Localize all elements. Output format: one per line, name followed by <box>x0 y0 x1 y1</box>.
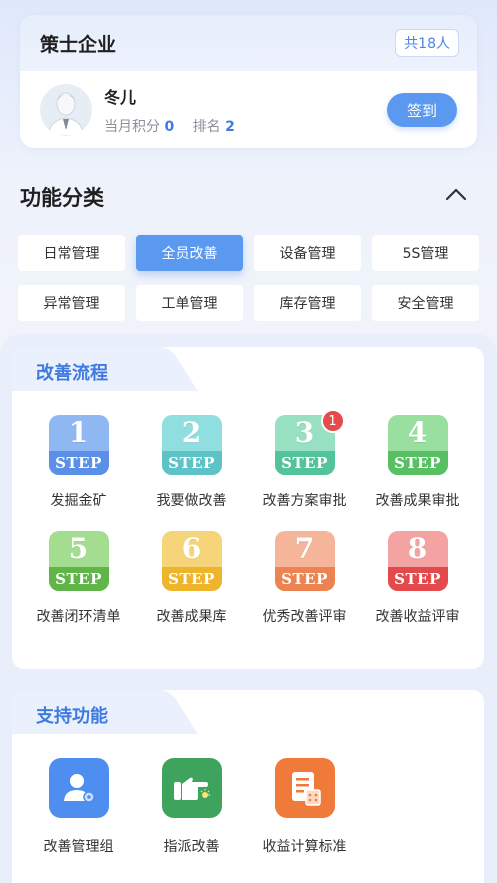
step-8-icon: 8 STEP <box>387 531 448 591</box>
category-title: 功能分类 <box>20 186 104 210</box>
category-grid: 日常管理 全员改善 设备管理 5S管理 异常管理 工单管理 库存管理 安全管理 <box>18 235 479 321</box>
step-5-icon: 5 STEP <box>48 531 109 591</box>
rank-label: 排名 <box>192 118 221 135</box>
step-item-plan-approval[interactable]: 3 STEP 1 改善方案审批 <box>248 409 361 510</box>
points-label: 当月积分 <box>104 118 160 135</box>
company-header: 策士企业 共18人 <box>20 15 477 71</box>
user-row: 冬儿 当月积分 0 排名 2 签到 <box>20 71 477 148</box>
step-item-excellent-review[interactable]: 7 STEP 优秀改善评审 <box>248 531 361 626</box>
notification-badge: 1 <box>320 409 345 433</box>
step-grid: 1 STEP 发掘金矿 2 STEP 我要做改善 3 STEP 1 改善方案审批 4 STEP 改善成果… <box>22 409 474 626</box>
support-item-revenue-standard[interactable]: 收益计算标准 <box>248 758 361 856</box>
category-exception-management[interactable]: 异常管理 <box>18 285 125 321</box>
user-info: 冬儿 当月积分 0 排名 2 <box>104 84 235 136</box>
step-number: 6 <box>181 532 202 565</box>
step-item-result-approval[interactable]: 4 STEP 改善成果审批 <box>361 415 474 510</box>
category-equipment-management[interactable]: 设备管理 <box>254 235 361 271</box>
step-number: 3 <box>294 416 315 449</box>
user-name: 冬儿 <box>104 87 137 107</box>
step-3-icon: 3 STEP 1 <box>274 409 345 475</box>
step-7-icon: 7 STEP <box>274 531 335 591</box>
support-title: 支持功能 <box>36 706 108 727</box>
company-card: 策士企业 共18人 冬儿 当月积分 0 排名 2 签到 <box>20 15 477 148</box>
step-number: 5 <box>68 532 89 565</box>
user-avatar-icon <box>47 92 85 136</box>
step-number: 7 <box>294 532 315 565</box>
category-safety-management[interactable]: 安全管理 <box>372 285 479 321</box>
step-word: STEP <box>161 567 222 591</box>
improvement-flow-title: 改善流程 <box>36 363 108 384</box>
points-value: 0 <box>164 118 175 135</box>
support-item-assign[interactable]: 指派改善 <box>135 758 248 856</box>
step-word: STEP <box>161 451 222 475</box>
step-number: 4 <box>407 416 428 449</box>
step-6-icon: 6 STEP <box>161 531 222 591</box>
avatar[interactable] <box>40 83 92 136</box>
step-4-icon: 4 STEP <box>387 415 448 475</box>
step-number: 1 <box>68 416 89 449</box>
category-full-improvement[interactable]: 全员改善 <box>136 235 243 271</box>
step-word: STEP <box>274 451 335 475</box>
chevron-up-icon[interactable] <box>445 186 467 205</box>
step-2-icon: 2 STEP <box>161 415 222 475</box>
step-item-i-want-improve[interactable]: 2 STEP 我要做改善 <box>135 415 248 510</box>
support-panel: 支持功能 改善管理组 指派改善 收益计算标准 <box>12 690 484 883</box>
step-number: 2 <box>181 416 202 449</box>
step-label: 改善成果审批 <box>375 493 460 509</box>
step-number: 8 <box>407 532 428 565</box>
step-label: 改善闭环清单 <box>36 609 121 625</box>
support-grid: 改善管理组 指派改善 收益计算标准 <box>22 758 474 856</box>
step-word: STEP <box>274 567 335 591</box>
step-label: 改善方案审批 <box>262 493 347 509</box>
document-calculator-icon <box>274 758 335 818</box>
user-group-icon <box>48 758 109 818</box>
step-label: 优秀改善评审 <box>262 609 347 625</box>
category-header: 功能分类 <box>20 182 477 214</box>
step-item-discover-gold-mine[interactable]: 1 STEP 发掘金矿 <box>22 415 135 510</box>
member-count-badge[interactable]: 共18人 <box>395 29 459 57</box>
company-name: 策士企业 <box>40 33 117 56</box>
step-label: 改善成果库 <box>156 609 227 625</box>
rank-value: 2 <box>225 118 235 135</box>
step-label: 我要做改善 <box>156 493 227 509</box>
support-item-label: 收益计算标准 <box>262 839 347 855</box>
pointing-hand-icon <box>161 758 222 818</box>
category-5s-management[interactable]: 5S管理 <box>372 235 479 271</box>
step-word: STEP <box>48 451 109 475</box>
support-item-manage-group[interactable]: 改善管理组 <box>22 758 135 856</box>
step-word: STEP <box>387 567 448 591</box>
category-work-order-management[interactable]: 工单管理 <box>136 285 243 321</box>
category-inventory-management[interactable]: 库存管理 <box>254 285 361 321</box>
step-item-closed-loop-list[interactable]: 5 STEP 改善闭环清单 <box>22 531 135 626</box>
step-1-icon: 1 STEP <box>48 415 109 475</box>
user-stats: 当月积分 0 排名 2 <box>104 116 235 136</box>
support-item-label: 改善管理组 <box>43 839 114 855</box>
step-item-revenue-review[interactable]: 8 STEP 改善收益评审 <box>361 531 474 626</box>
step-label: 发掘金矿 <box>50 493 107 509</box>
improvement-flow-panel: 改善流程 1 STEP 发掘金矿 2 STEP 我要做改善 3 STEP 1 改善方案审批 4 STE… <box>12 347 484 669</box>
category-daily-management[interactable]: 日常管理 <box>18 235 125 271</box>
step-word: STEP <box>48 567 109 591</box>
step-item-result-library[interactable]: 6 STEP 改善成果库 <box>135 531 248 626</box>
step-word: STEP <box>387 451 448 475</box>
step-label: 改善收益评审 <box>375 609 460 625</box>
support-item-label: 指派改善 <box>163 839 220 855</box>
checkin-button[interactable]: 签到 <box>387 93 457 127</box>
